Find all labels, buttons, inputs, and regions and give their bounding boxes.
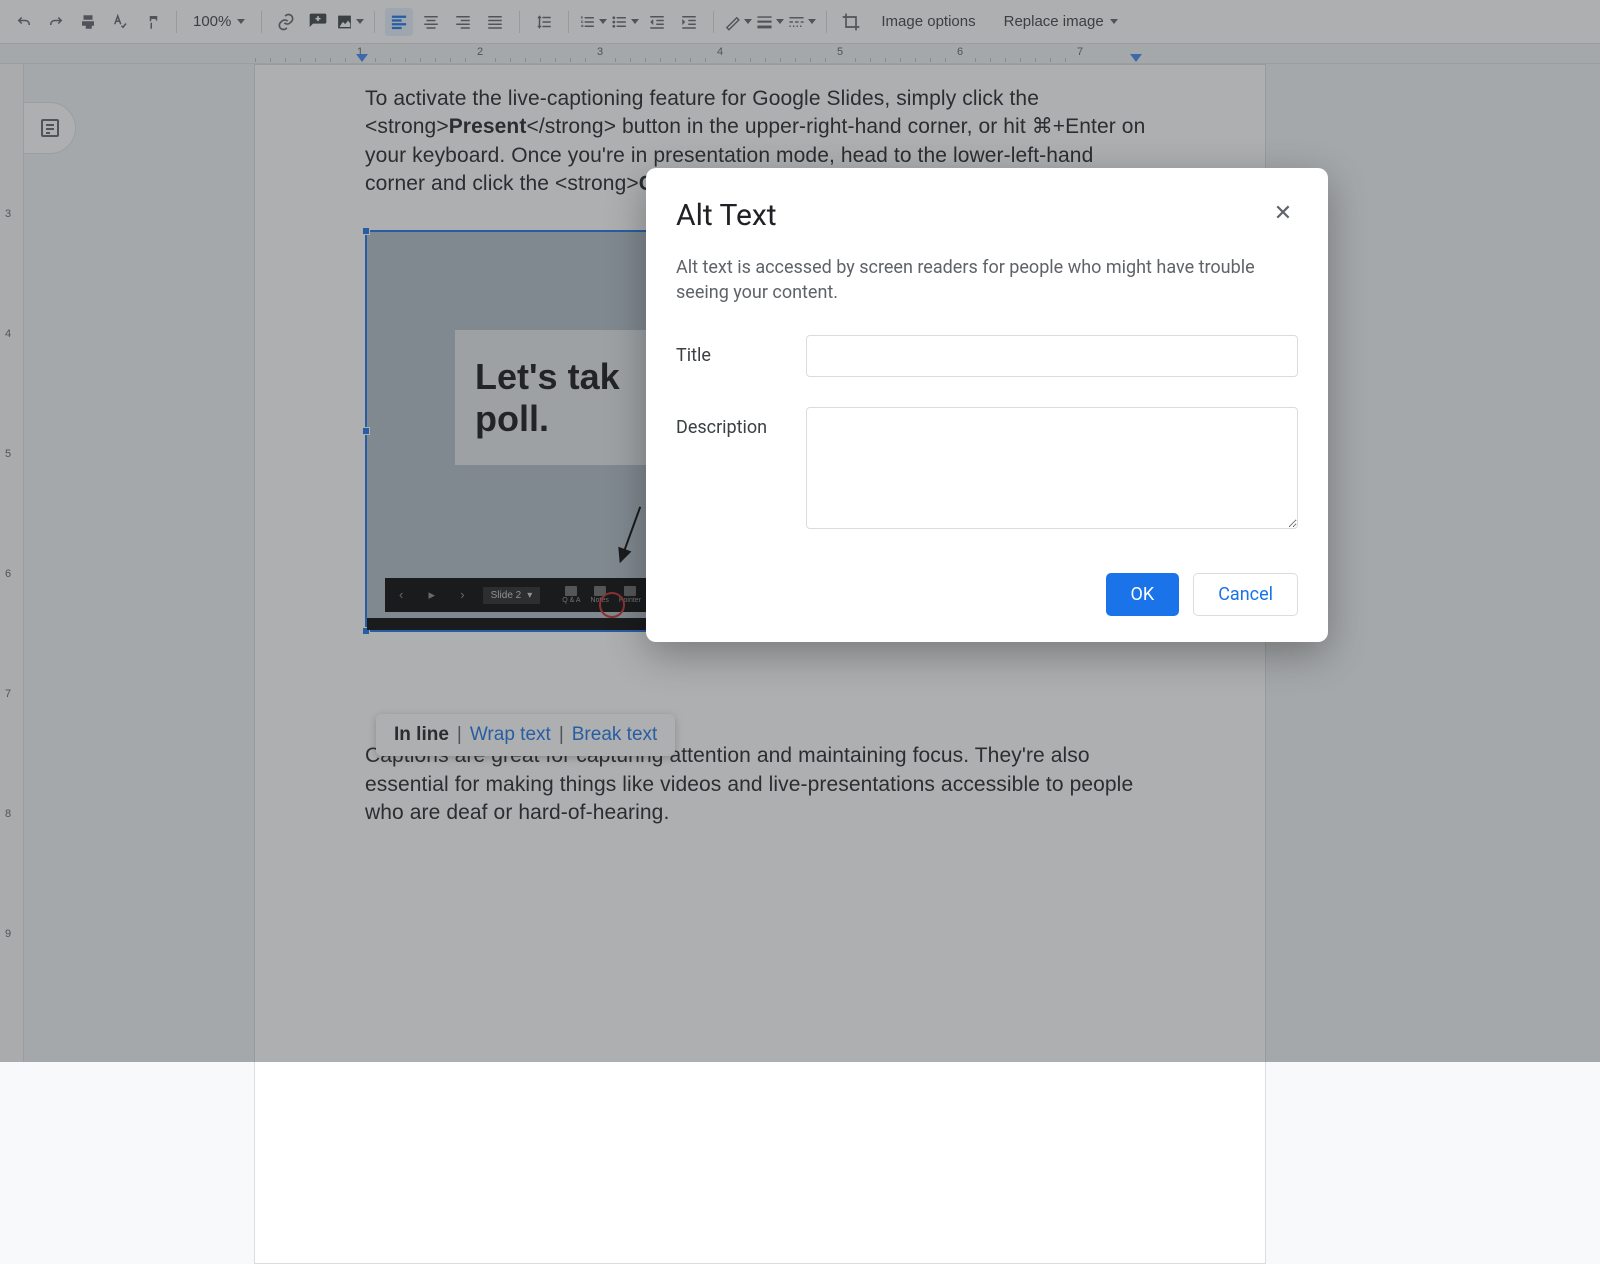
dialog-title: Alt Text — [676, 198, 777, 233]
description-label: Description — [676, 407, 806, 438]
close-icon[interactable]: ✕ — [1268, 198, 1298, 228]
ok-button[interactable]: OK — [1106, 573, 1180, 616]
title-label: Title — [676, 335, 806, 366]
alt-text-dialog: Alt Text ✕ Alt text is accessed by scree… — [646, 168, 1328, 642]
dialog-description: Alt text is accessed by screen readers f… — [676, 255, 1298, 305]
cancel-button[interactable]: Cancel — [1193, 573, 1298, 616]
description-textarea[interactable] — [806, 407, 1298, 529]
title-input[interactable] — [806, 335, 1298, 377]
